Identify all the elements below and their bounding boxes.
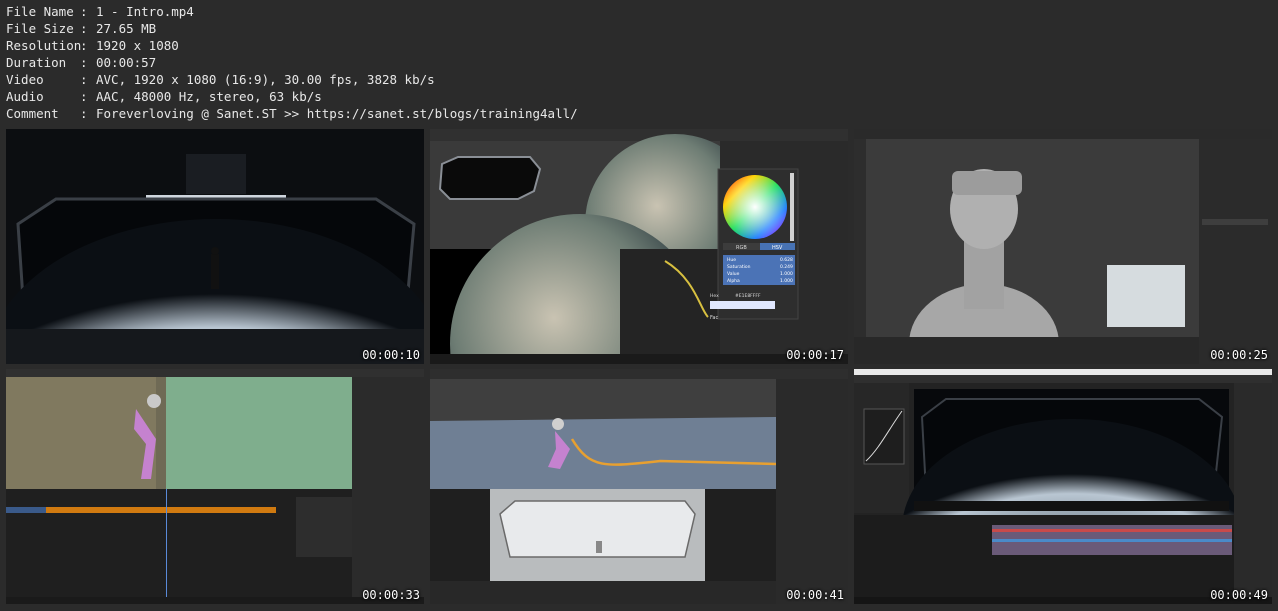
info-value: 27.65 MB (96, 21, 157, 36)
info-separator: : (80, 21, 88, 36)
alpha-value[interactable]: 1.000 (780, 278, 793, 284)
hsv-tab-label[interactable]: HSV (772, 245, 783, 251)
compositing-app-scene (854, 369, 1272, 604)
video-thumbnail-4[interactable]: 00:00:33 (6, 369, 424, 604)
info-key: Audio (6, 89, 44, 104)
saturation-value[interactable]: 0.249 (780, 264, 793, 270)
blender-animation-scene (6, 369, 424, 604)
info-value: 1 - Intro.mp4 (96, 4, 194, 19)
spaceship-window-scene (6, 129, 424, 364)
info-separator: : (80, 55, 88, 70)
info-key: Duration (6, 55, 67, 70)
hex-label: Hex (710, 293, 719, 299)
info-row-duration: Duration:00:00:57 (6, 54, 578, 71)
info-key: File Size (6, 21, 74, 36)
info-key: Video (6, 72, 44, 87)
info-row-file-name: File Name:1 - Intro.mp4 (6, 3, 578, 20)
info-row-comment: Comment: Foreverloving @ Sanet.ST >> http… (6, 105, 578, 122)
video-thumbnail-1[interactable]: 00:00:10 (6, 129, 424, 364)
info-value: Foreverloving @ Sanet.ST >> https://sane… (96, 106, 578, 121)
saturation-label: Saturation (727, 264, 751, 270)
thumbnail-timestamp: 00:00:25 (1210, 348, 1268, 362)
thumbnail-timestamp: 00:00:41 (786, 588, 844, 602)
info-value: 00:00:57 (96, 55, 157, 70)
file-info-block: File Name:1 - Intro.mp4 File Size:27.65 … (6, 3, 578, 122)
hue-value[interactable]: 0.628 (780, 257, 793, 263)
info-row-file-size: File Size:27.65 MB (6, 20, 578, 37)
info-value: AAC, 48000 Hz, stereo, 63 kb/s (96, 89, 322, 104)
info-row-resolution: Resolution:1920 x 1080 (6, 37, 578, 54)
info-separator: : (80, 106, 88, 121)
info-row-audio: Audio: AAC, 48000 Hz, stereo, 63 kb/s (6, 88, 578, 105)
value-label: Value (727, 271, 740, 277)
info-separator: : (80, 4, 88, 19)
video-thumbnail-5[interactable]: 00:00:41 (430, 369, 848, 604)
video-thumbnail-2[interactable]: RGB HSV Hue 0.628 Saturation 0.249 Value… (430, 129, 848, 364)
video-thumbnail-3[interactable]: 00:00:25 (854, 129, 1272, 364)
info-value: AVC, 1920 x 1080 (16:9), 30.00 fps, 3828… (96, 72, 435, 87)
info-separator: : (80, 89, 88, 104)
thumbnail-timestamp: 00:00:49 (1210, 588, 1268, 602)
fac-label: Fac (710, 315, 718, 321)
info-separator: : (80, 72, 88, 87)
blender-seated-figure-scene (430, 369, 848, 604)
info-key: Resolution (6, 38, 82, 53)
info-key: Comment (6, 106, 59, 121)
alpha-label: Alpha (727, 278, 740, 284)
value-value[interactable]: 1.000 (780, 271, 793, 277)
info-value: 1920 x 1080 (96, 38, 179, 53)
info-row-video: Video: AVC, 1920 x 1080 (16:9), 30.00 fps… (6, 71, 578, 88)
info-key: File Name (6, 4, 74, 19)
thumbnail-timestamp: 00:00:10 (362, 348, 420, 362)
thumbnail-timestamp: 00:00:33 (362, 588, 420, 602)
thumbnail-timestamp: 00:00:17 (786, 348, 844, 362)
info-separator: : (80, 38, 88, 53)
hex-value[interactable]: #E1E8FFFF (735, 293, 761, 299)
rgb-tab-label[interactable]: RGB (736, 245, 747, 251)
blender-color-picker-scene: RGB HSV Hue 0.628 Saturation 0.249 Value… (430, 129, 848, 364)
blender-character-sculpt-scene (854, 129, 1272, 364)
hue-label: Hue (727, 257, 736, 263)
video-thumbnail-6[interactable]: 00:00:49 (854, 369, 1272, 604)
